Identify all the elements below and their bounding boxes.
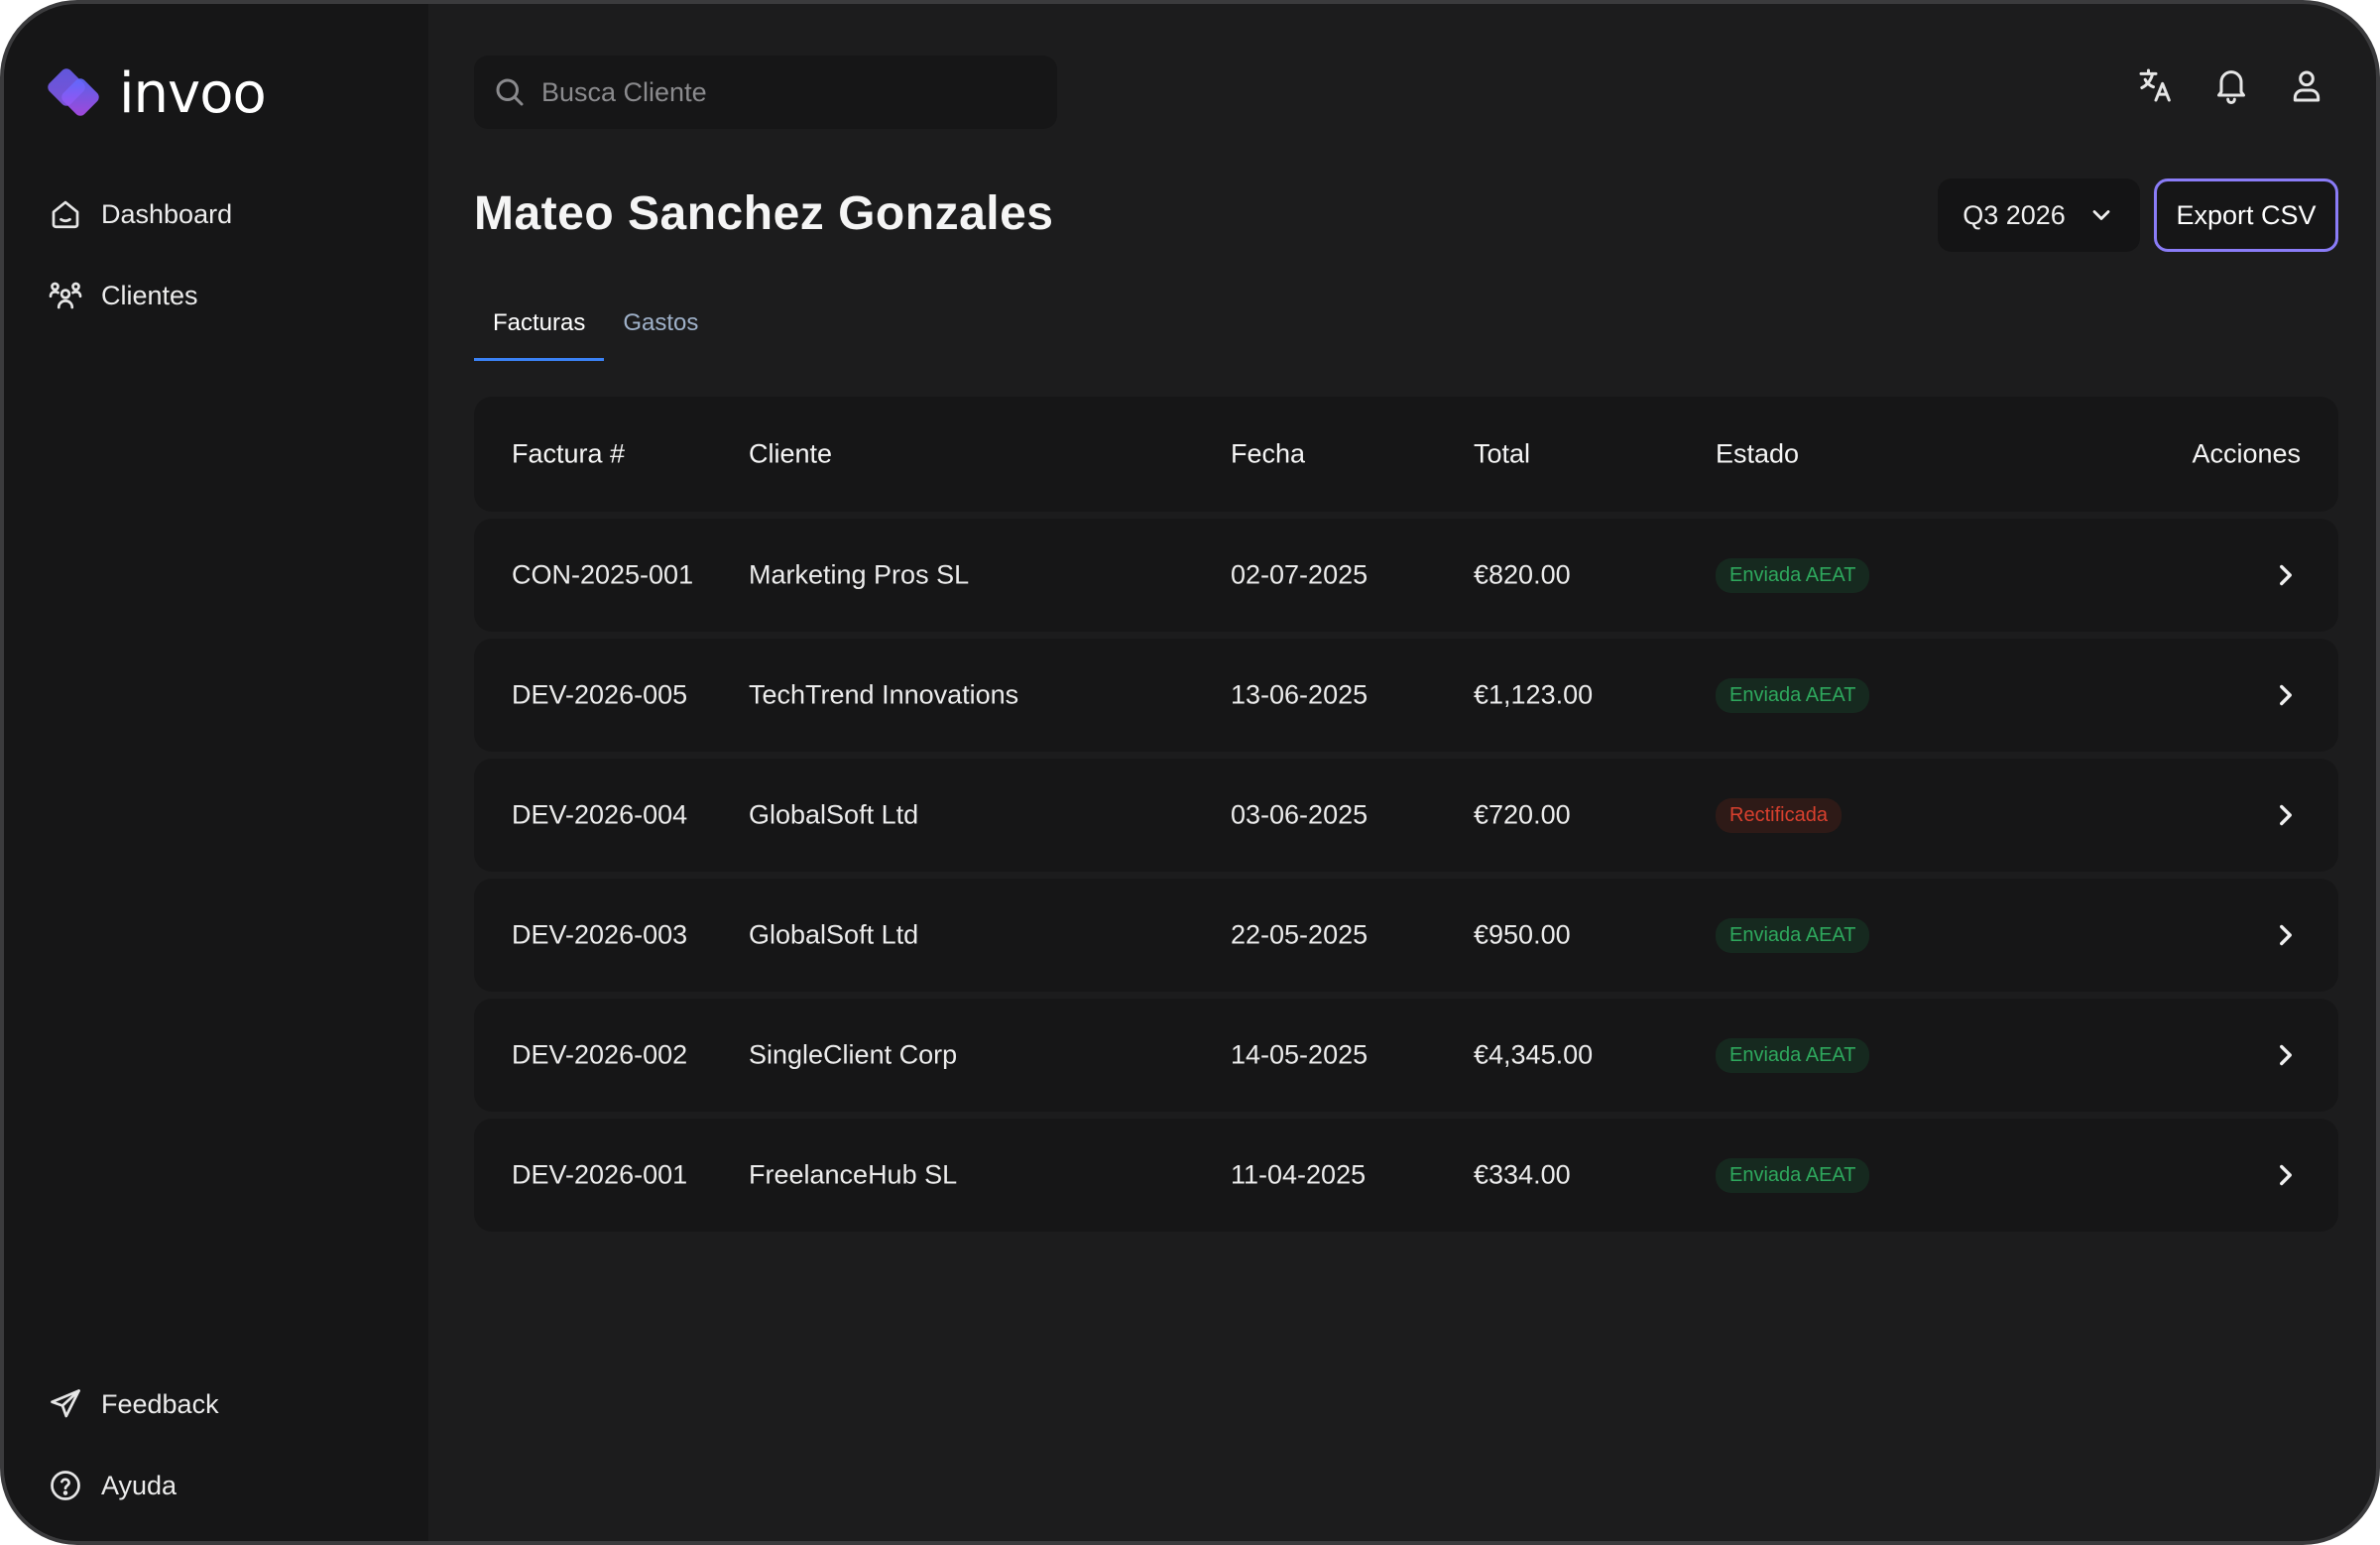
tab-gastos[interactable]: Gastos — [604, 299, 717, 361]
column-header: Total — [1474, 438, 1531, 469]
period-select[interactable]: Q3 2026 — [1938, 178, 2140, 252]
invoice-number: DEV-2026-003 — [512, 919, 688, 950]
invoice-date: 13-06-2025 — [1231, 679, 1368, 710]
status-badge: Enviada AEAT — [1716, 678, 1870, 713]
logo[interactable]: invoo — [38, 61, 267, 126]
invoice-number: CON-2025-001 — [512, 559, 694, 590]
search-bar — [474, 56, 1057, 129]
table-row[interactable]: DEV-2026-005 TechTrend Innovations 13-06… — [474, 639, 2338, 752]
invoice-total: €4,345.00 — [1474, 1039, 1594, 1070]
status-cell: Enviada AEAT — [1716, 1037, 1870, 1073]
status-badge: Enviada AEAT — [1716, 1038, 1870, 1073]
column-header: Cliente — [749, 438, 833, 469]
sidebar-item-label: Ayuda — [101, 1470, 178, 1500]
column-header: Fecha — [1231, 438, 1306, 469]
invoice-number: DEV-2026-004 — [512, 799, 688, 830]
bell-icon[interactable] — [2211, 65, 2251, 105]
status-badge: Rectificada — [1716, 798, 1842, 833]
sidebar: invoo Dashboard Clientes Feedback Ayuda — [4, 4, 428, 1541]
table-header-row: Factura # Cliente Fecha Total Estado Acc… — [474, 397, 2338, 512]
status-badge: Enviada AEAT — [1716, 558, 1870, 593]
search-input[interactable] — [541, 76, 1017, 108]
sidebar-item-label: Clientes — [101, 280, 198, 310]
sidebar-item-ayuda[interactable]: Ayuda — [48, 1468, 177, 1503]
status-cell: Enviada AEAT — [1716, 557, 1870, 593]
export-csv-button[interactable]: Export CSV — [2154, 178, 2338, 252]
chevron-down-icon — [2092, 210, 2110, 220]
invoice-total: €950.00 — [1474, 919, 1571, 950]
client-name: FreelanceHub SL — [749, 1159, 958, 1190]
home-icon — [52, 200, 79, 229]
client-name: TechTrend Innovations — [749, 679, 1019, 710]
invoice-total: €720.00 — [1474, 799, 1571, 830]
sidebar-item-clientes[interactable]: Clientes — [48, 278, 198, 313]
invoice-date: 03-06-2025 — [1231, 799, 1368, 830]
brand-name: invoo — [119, 61, 267, 126]
client-name: Marketing Pros SL — [749, 559, 970, 590]
sidebar-item-dashboard[interactable]: Dashboard — [48, 196, 232, 232]
table-row[interactable]: DEV-2026-001 FreelanceHub SL 11-04-2025 … — [474, 1119, 2338, 1232]
status-badge: Enviada AEAT — [1716, 1158, 1870, 1193]
client-name: SingleClient Corp — [749, 1039, 958, 1070]
column-header: Factura # — [512, 438, 626, 469]
invoices-table: Factura # Cliente Fecha Total Estado Acc… — [474, 397, 2338, 1239]
status-badge: Enviada AEAT — [1716, 918, 1870, 953]
help-icon — [51, 1471, 80, 1500]
sidebar-item-feedback[interactable]: Feedback — [48, 1386, 219, 1422]
table-row[interactable]: CON-2025-001 Marketing Pros SL 02-07-202… — [474, 519, 2338, 632]
invoice-date: 02-07-2025 — [1231, 559, 1368, 590]
invoice-date: 14-05-2025 — [1231, 1039, 1368, 1070]
status-cell: Enviada AEAT — [1716, 677, 1870, 713]
app-window: invoo Dashboard Clientes Feedback Ayuda … — [0, 0, 2380, 1545]
chevron-right-icon[interactable] — [2269, 1038, 2303, 1072]
status-cell: Rectificada — [1716, 797, 1842, 833]
chevron-right-icon[interactable] — [2269, 918, 2303, 952]
chevron-right-icon[interactable] — [2269, 1158, 2303, 1192]
column-header: Acciones — [2192, 438, 2301, 469]
translate-icon[interactable] — [2136, 65, 2176, 105]
period-select-value: Q3 2026 — [1963, 199, 2066, 230]
logo-mark-icon — [48, 67, 99, 116]
page-title: Mateo Sanchez Gonzales — [474, 187, 1054, 240]
search-icon — [496, 78, 524, 106]
invoice-total: €820.00 — [1474, 559, 1571, 590]
client-name: GlobalSoft Ltd — [749, 919, 919, 950]
invoice-date: 22-05-2025 — [1231, 919, 1368, 950]
invoice-number: DEV-2026-002 — [512, 1039, 688, 1070]
table-row[interactable]: DEV-2026-002 SingleClient Corp 14-05-202… — [474, 999, 2338, 1112]
users-icon — [49, 282, 82, 309]
status-cell: Enviada AEAT — [1716, 1157, 1870, 1193]
invoice-number: DEV-2026-005 — [512, 679, 688, 710]
invoice-total: €334.00 — [1474, 1159, 1571, 1190]
chevron-right-icon[interactable] — [2269, 558, 2303, 592]
tab-facturas[interactable]: Facturas — [474, 299, 605, 361]
invoice-number: DEV-2026-001 — [512, 1159, 688, 1190]
table-row[interactable]: DEV-2026-004 GlobalSoft Ltd 03-06-2025 €… — [474, 759, 2338, 872]
column-header: Estado — [1716, 438, 1800, 469]
table-row[interactable]: DEV-2026-003 GlobalSoft Ltd 22-05-2025 €… — [474, 879, 2338, 992]
sidebar-item-label: Feedback — [101, 1388, 219, 1419]
invoice-date: 11-04-2025 — [1231, 1159, 1367, 1190]
client-name: GlobalSoft Ltd — [749, 799, 919, 830]
chevron-right-icon[interactable] — [2269, 798, 2303, 832]
tab-bar: Facturas Gastos — [474, 299, 717, 361]
user-icon[interactable] — [2287, 65, 2326, 105]
send-icon — [51, 1389, 80, 1418]
status-cell: Enviada AEAT — [1716, 917, 1870, 953]
invoice-total: €1,123.00 — [1474, 679, 1594, 710]
chevron-right-icon[interactable] — [2269, 678, 2303, 712]
sidebar-item-label: Dashboard — [101, 198, 233, 229]
